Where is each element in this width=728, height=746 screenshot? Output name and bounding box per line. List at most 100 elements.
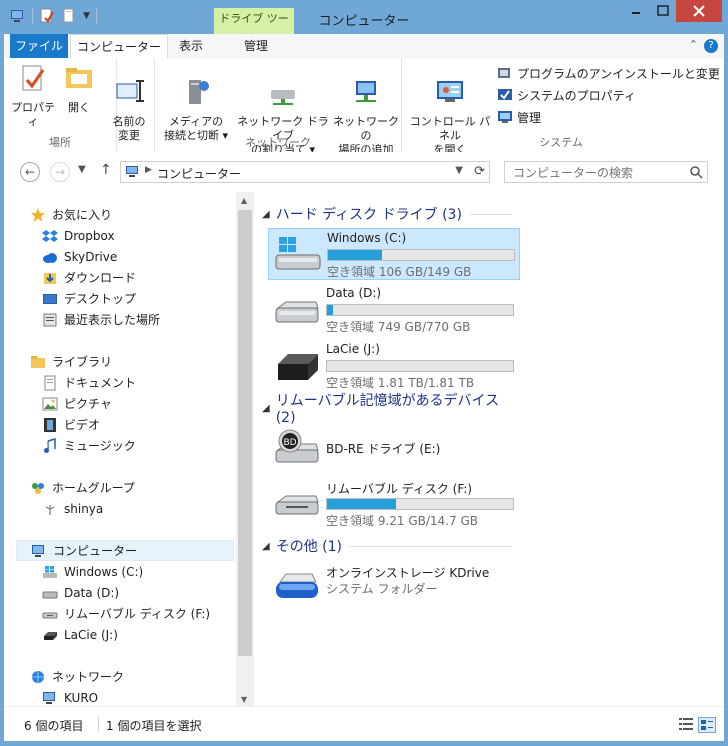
online-storage-icon [276,573,318,598]
search-input[interactable] [511,164,685,182]
address-dropdown-icon[interactable]: ▼ [455,165,463,176]
nav-homegroup-label: ホームグループ [52,481,135,495]
group-header-removable[interactable]: ◢ リムーバブル記憶域があるデバイス (2) [262,393,512,426]
open-icon [66,68,92,88]
collapse-chevron-icon[interactable]: ◢ [262,209,270,220]
open-button[interactable]: 開く [62,62,96,115]
properties-label: プロパティ [11,101,55,128]
scroll-down-icon[interactable]: ▼ [241,695,247,704]
details-view-icon[interactable] [678,717,694,731]
back-button[interactable]: ← [20,162,40,182]
refresh-icon[interactable]: ⟳ [474,164,485,179]
ribbon-group-system: コントロール パネル を開く プログラムのアンインストールと変更 システムのプロ… [401,58,721,157]
nav-network-label: ネットワーク [52,670,125,684]
system-properties-button[interactable]: システムのプロパティ [497,84,720,106]
manage-button[interactable]: 管理 [497,106,720,128]
tab-manage[interactable]: 管理 [216,34,296,58]
search-icon[interactable] [689,165,703,179]
nav-computer[interactable]: コンピューター [16,540,234,561]
drive-tile-d[interactable]: Data (D:) 空き領域 749 GB/770 GB [268,284,520,336]
explorer-window: ▼ ドライブ ツール コンピューター ファイル コンピューター 表示 管理 ⌃ … [0,0,728,746]
nav-network[interactable]: ネットワーク [30,666,260,687]
documents-icon [44,375,56,390]
nav-item-label: Dropbox [64,228,115,243]
rename-button[interactable]: 名前の 変更 [108,62,150,157]
uninstall-icon [498,68,510,78]
nav-homegroup[interactable]: ホームグループ [30,477,260,498]
ribbon-expand-icon[interactable]: ⌃ [689,38,698,51]
nav-item-label: Data (D:) [64,585,120,600]
tab-file[interactable]: ファイル [10,34,68,58]
navigation-pane: お気に入り Dropbox SkyDrive ダウンロード デスクトップ 最近表… [4,192,236,706]
group-label-location: 場所 [49,136,71,149]
music-icon [44,437,56,453]
usage-bar-fill [328,250,382,260]
group-divider-line [349,545,512,547]
collapse-chevron-icon[interactable]: ◢ [262,403,270,414]
maximize-button[interactable] [650,0,676,22]
content-pane: ◢ ハード ディスク ドライブ (3) Windows (C:) 空き領域 10… [254,192,724,706]
drive-name: リムーバブル ディスク (F:) [326,482,473,496]
drive-name: Data (D:) [326,286,382,300]
drive-name: LaCie (J:) [326,342,380,356]
scroll-up-icon[interactable]: ▲ [241,196,247,205]
group-label-system: システム [539,136,583,149]
recent-locations-icon[interactable]: ▼ [78,164,86,175]
network-drive-icon [271,90,295,105]
tab-view[interactable]: 表示 [168,34,214,58]
rename-icon [116,80,144,102]
star-icon [31,207,45,222]
group-header-hard-drives[interactable]: ◢ ハード ディスク ドライブ (3) [262,204,512,224]
scrollbar-thumb[interactable] [238,210,252,656]
nav-libraries-label: ライブラリ [52,355,113,369]
network-computer-icon [43,691,55,704]
drive-free-space: 空き領域 106 GB/149 GB [327,265,472,279]
external-drive-icon [44,631,57,640]
close-button[interactable] [676,0,722,22]
main-area: お気に入り Dropbox SkyDrive ダウンロード デスクトップ 最近表… [4,192,724,706]
tiles-view-icon[interactable] [698,717,716,733]
open-label: 開く [68,101,90,114]
rename-label: 名前の 変更 [112,115,146,142]
nav-item-label: ビデオ [64,418,101,432]
nav-item-label: KURO [64,690,99,705]
breadcrumb-chevron-icon[interactable]: ▶ [145,165,152,175]
system-properties-icon [498,89,512,100]
nav-item-label: SkyDrive [64,249,118,264]
group-header-other[interactable]: ◢ その他 (1) [262,536,512,556]
nav-libraries[interactable]: ライブラリ [30,351,260,372]
usage-bar-fill [327,499,396,509]
properties-button[interactable]: プロパティ [10,62,56,129]
library-icon [31,355,45,368]
control-panel-icon [437,81,463,102]
manage-icon [498,111,512,123]
tab-computer[interactable]: コンピューター [70,34,168,59]
ribbon-group-network: メディアの 接続と切断 ▾ ネットワーク ドライブ の割り当て ▾ ネットワーク… [155,58,402,156]
drive-tile-c[interactable]: Windows (C:) 空き領域 106 GB/149 GB [268,228,520,280]
desktop-icon [43,293,57,304]
navigation-scrollbar[interactable]: ▲ ▼ [236,192,254,706]
up-button[interactable]: ↑ [100,162,112,178]
collapse-chevron-icon[interactable]: ◢ [262,541,270,552]
help-icon[interactable]: ? [704,39,718,53]
address-row: ← → ▼ ↑ ▶ コンピューター ▼ ⟳ [4,152,724,192]
uninstall-programs-button[interactable]: プログラムのアンインストールと変更 [497,62,720,84]
forward-button[interactable]: → [50,162,70,182]
address-bar[interactable]: ▶ コンピューター ▼ ⟳ [120,161,490,183]
minimize-button[interactable] [622,0,650,22]
usage-bar [326,498,514,510]
drive-tile-j[interactable]: LaCie (J:) 空き領域 1.81 TB/1.81 TB [268,340,520,392]
drive-tile-e[interactable]: BD BD-RE ドライブ (E:) [268,422,520,474]
properties-icon [22,65,45,91]
usage-bar [326,304,514,316]
windows-drive-icon [275,237,321,270]
hard-drive-icon [275,301,319,323]
nav-favorites[interactable]: お気に入り [30,204,260,225]
drive-tile-f[interactable]: リムーバブル ディスク (F:) 空き領域 9.21 GB/14.7 GB [268,478,520,530]
downloads-icon [44,272,56,284]
drive-tile-kdrive[interactable]: オンラインストレージ KDrive システム フォルダー [268,562,520,614]
user-icon [45,504,55,515]
breadcrumb[interactable]: コンピューター [157,165,241,182]
search-box[interactable] [504,161,708,183]
nav-item-label: ドキュメント [64,376,137,390]
